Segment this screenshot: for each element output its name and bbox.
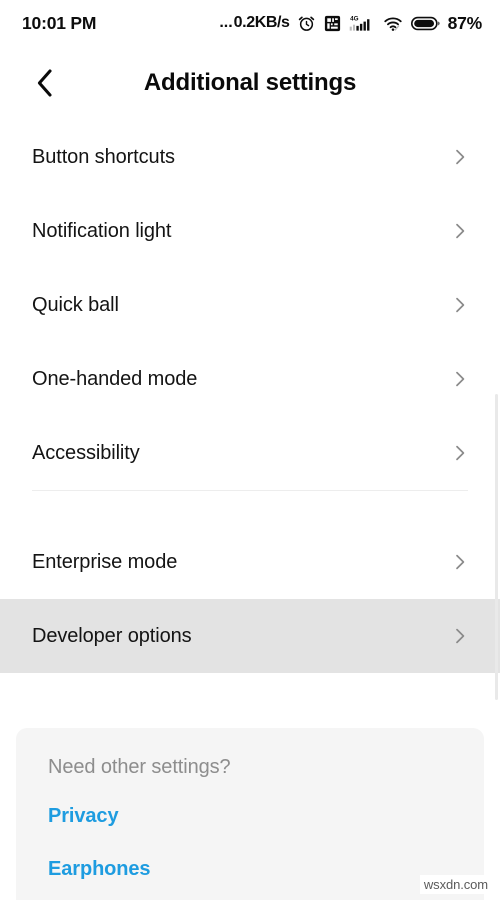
card-heading: Need other settings? — [48, 756, 231, 778]
chevron-right-icon — [456, 554, 465, 570]
page-title: Additional settings — [143, 69, 357, 96]
list-item-enterprise-mode[interactable]: Enterprise mode — [0, 525, 500, 599]
list-item-label: Quick ball — [32, 293, 119, 316]
list-item-accessibility[interactable]: Accessibility — [0, 416, 500, 490]
status-clock: 10:01 PM — [22, 12, 97, 33]
signal-bars-icon: 4G — [349, 15, 370, 31]
battery-icon — [410, 16, 440, 30]
list-item-label: Button shortcuts — [32, 145, 175, 168]
svg-text:4G: 4G — [350, 15, 359, 22]
list-item-one-handed-mode[interactable]: One-handed mode — [0, 342, 500, 416]
chevron-right-icon — [456, 223, 465, 239]
list-item-quick-ball[interactable]: Quick ball — [0, 268, 500, 342]
status-bar: 10:01 PM ... 0.2KB/s 4G 87% — [0, 0, 500, 46]
overflow-dots-icon: ... — [219, 14, 233, 31]
chevron-right-icon — [456, 149, 465, 165]
list-item-notification-light[interactable]: Notification light — [0, 194, 500, 268]
need-other-settings-card: Need other settings? Privacy Earphones — [16, 728, 484, 900]
list-item-button-shortcuts[interactable]: Button shortcuts — [0, 120, 500, 194]
list-item-label: Enterprise mode — [32, 550, 178, 573]
watermark: wsxdn.com — [419, 875, 492, 894]
link-privacy[interactable]: Privacy — [48, 805, 452, 828]
phone-screen: 10:01 PM ... 0.2KB/s 4G 87% Additional s… — [0, 0, 500, 900]
wifi-icon — [383, 16, 402, 31]
list-item-label: Accessibility — [32, 441, 140, 464]
link-earphones[interactable]: Earphones — [48, 858, 452, 881]
battery-percent-label: 87% — [447, 12, 483, 33]
list-item-developer-options[interactable]: Developer options — [0, 599, 500, 673]
settings-group: Button shortcuts Notification light Quick … — [0, 120, 500, 490]
app-header: Additional settings — [0, 46, 500, 120]
alarm-clock-icon — [298, 15, 314, 31]
network-speed-label: 0.2KB/s — [233, 14, 290, 31]
chevron-right-icon — [456, 371, 465, 387]
list-item-label: Notification light — [32, 219, 172, 242]
chevron-right-icon — [456, 297, 465, 313]
network-speed-indicator: ... 0.2KB/s — [219, 14, 290, 32]
list-item-label: Developer options — [32, 624, 192, 647]
chevron-right-icon — [456, 628, 465, 644]
list-item-label: One-handed mode — [32, 367, 198, 390]
vertical-scrollbar[interactable] — [495, 394, 498, 700]
settings-group: Enterprise mode Developer options — [0, 525, 500, 673]
status-icons-group: ... 0.2KB/s 4G 87% — [219, 13, 482, 34]
sd-card-icon — [324, 15, 340, 31]
chevron-right-icon — [456, 445, 465, 461]
